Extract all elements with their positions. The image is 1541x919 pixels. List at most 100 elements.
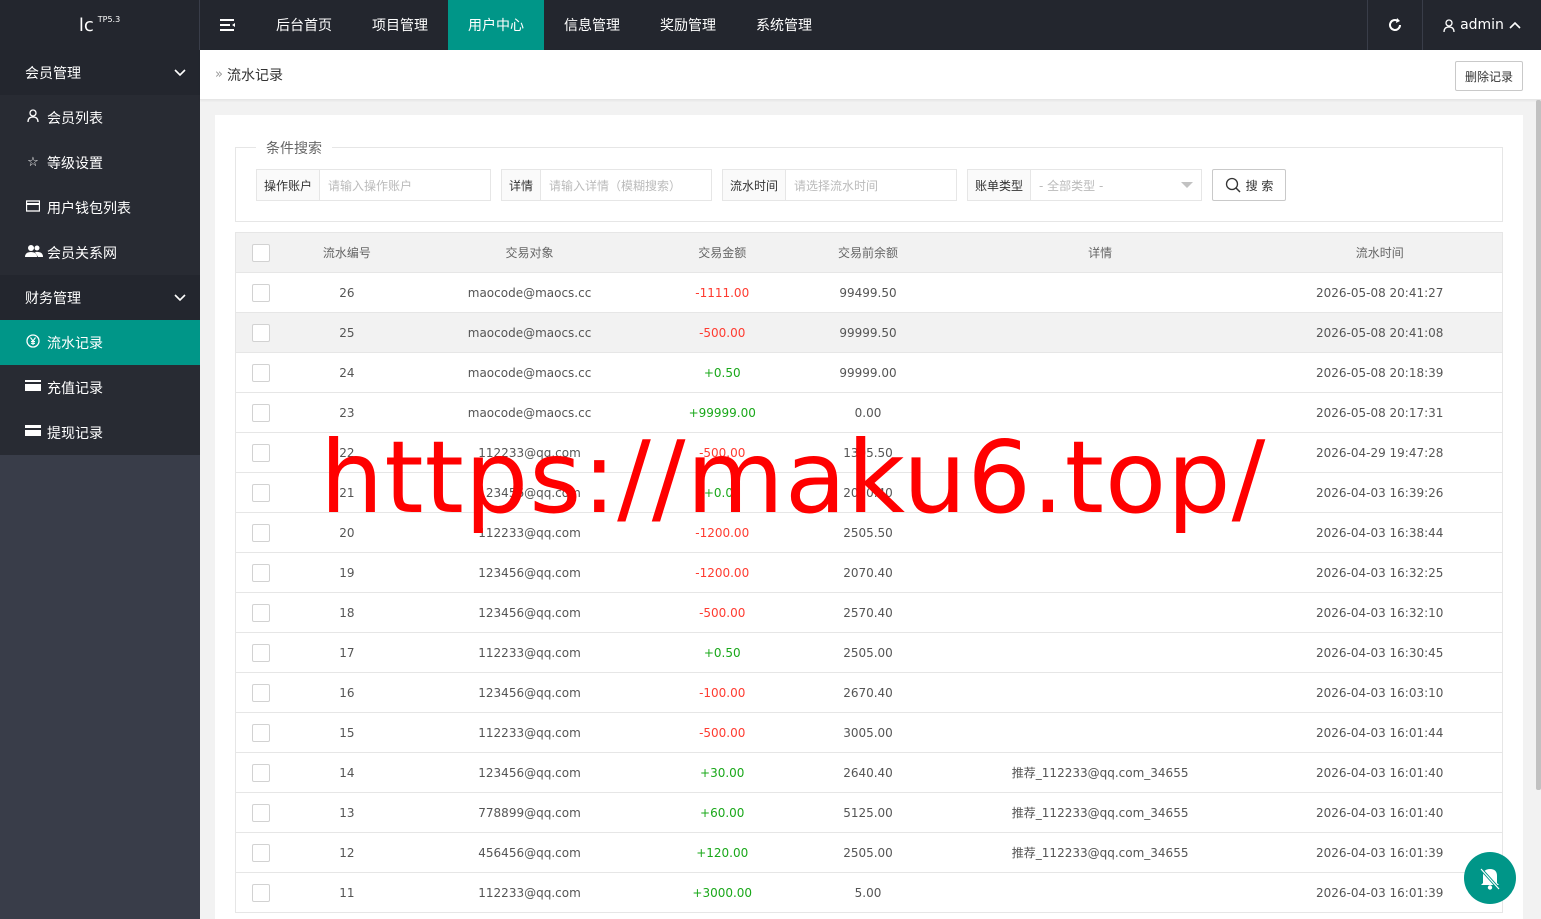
table-row[interactable]: 19 123456@qq.com -1200.00 2070.40 2026-04-03… — [236, 553, 1502, 593]
sidebar-group-members[interactable]: 会员管理 — [0, 50, 200, 95]
table-row[interactable]: 22 112233@qq.com -500.00 1305.50 2026-04-29 … — [236, 433, 1502, 473]
yen-icon — [25, 333, 41, 352]
sidebar-item-withdraw-records[interactable]: 提现记录 — [0, 410, 200, 455]
row-select-cell — [236, 323, 286, 342]
nav-item-projects[interactable]: 项目管理 — [352, 0, 448, 50]
refresh-icon[interactable] — [1367, 0, 1423, 50]
row-checkbox[interactable] — [251, 563, 270, 582]
time-input[interactable]: 请选择流水时间 — [786, 170, 956, 200]
row-select-cell — [236, 643, 286, 662]
cell-amount: +99999.00 — [688, 405, 756, 420]
cell-id: 25 — [339, 325, 355, 340]
cell-id: 26 — [339, 285, 355, 300]
row-checkbox[interactable] — [251, 283, 270, 302]
select-all-checkbox[interactable] — [251, 243, 270, 262]
row-checkbox[interactable] — [251, 763, 270, 782]
sidebar-item-member-list[interactable]: 会员列表 — [0, 95, 200, 140]
table-row[interactable]: 24 maocode@maocs.cc +0.50 99999.00 2026-05-0… — [236, 353, 1502, 393]
search-icon — [1225, 177, 1241, 193]
cell-balance-before: 99499.50 — [839, 285, 897, 300]
table-row[interactable]: 26 maocode@maocs.cc -1111.00 99499.50 2026-0… — [236, 273, 1502, 313]
table-row[interactable]: 18 123456@qq.com -500.00 2570.40 2026-04-03 … — [236, 593, 1502, 633]
cell-target: 112233@qq.com — [478, 725, 581, 740]
row-checkbox[interactable] — [251, 523, 270, 542]
nav-item-system[interactable]: 系统管理 — [736, 0, 832, 50]
cell-id: 12 — [339, 845, 355, 860]
card-icon — [25, 425, 41, 440]
table-row[interactable]: 20 112233@qq.com -1200.00 2505.50 2026-04-03… — [236, 513, 1502, 553]
column-header-target: 交易对象 — [505, 246, 554, 260]
row-checkbox[interactable] — [251, 643, 270, 662]
cell-balance-before: 99999.50 — [839, 325, 897, 340]
page-scrollbar[interactable] — [1536, 100, 1541, 790]
row-checkbox[interactable] — [251, 483, 270, 502]
row-checkbox[interactable] — [251, 443, 270, 462]
row-checkbox[interactable] — [251, 403, 270, 422]
header-right: admin — [1367, 0, 1541, 50]
row-checkbox[interactable] — [251, 363, 270, 382]
sidebar-item-transaction-records[interactable]: 流水记录 — [0, 320, 200, 365]
cell-balance-before: 1305.50 — [843, 445, 893, 460]
row-checkbox[interactable] — [251, 723, 270, 742]
table-row[interactable]: 16 123456@qq.com -100.00 2670.40 2026-04-03 … — [236, 673, 1502, 713]
caret-down-icon — [1181, 182, 1193, 188]
sidebar-item-member-network[interactable]: 会员关系网 — [0, 230, 200, 275]
logo-text: lc — [78, 14, 94, 36]
cell-amount: +0.50 — [703, 365, 741, 380]
logo[interactable]: lc TP5.3 — [0, 0, 200, 50]
breadcrumb: » 流水记录 删除记录 — [200, 50, 1541, 100]
account-input[interactable]: 请输入操作账户 — [320, 170, 490, 200]
row-select-cell — [236, 523, 286, 542]
nav-item-info[interactable]: 信息管理 — [544, 0, 640, 50]
sidebar-item-wallet-list[interactable]: 用户钱包列表 — [0, 185, 200, 230]
row-checkbox[interactable] — [251, 323, 270, 342]
row-checkbox[interactable] — [251, 603, 270, 622]
sidebar-item-recharge-records[interactable]: 充值记录 — [0, 365, 200, 410]
cell-time: 2026-04-29 19:47:28 — [1315, 445, 1444, 460]
table-row[interactable]: 14 123456@qq.com +30.00 2640.40 推荐_112233@qq… — [236, 753, 1502, 793]
search-button[interactable]: 搜 索 — [1212, 169, 1286, 201]
sidebar-group-finance[interactable]: 财务管理 — [0, 275, 200, 320]
cell-balance-before: 2505.50 — [843, 525, 893, 540]
nav-item-rewards[interactable]: 奖励管理 — [640, 0, 736, 50]
nav-item-home[interactable]: 后台首页 — [256, 0, 352, 50]
row-checkbox[interactable] — [251, 803, 270, 822]
nav-item-user-center[interactable]: 用户中心 — [448, 0, 544, 50]
sidebar-item-label: 提现记录 — [47, 425, 103, 442]
notification-float-button[interactable] — [1464, 852, 1516, 904]
user-menu[interactable]: admin — [1423, 0, 1541, 50]
cell-balance-before: 2640.40 — [843, 765, 893, 780]
card-icon — [25, 380, 41, 395]
row-checkbox[interactable] — [251, 843, 270, 862]
table-row[interactable]: 17 112233@qq.com +0.50 2505.00 2026-04-03 16… — [236, 633, 1502, 673]
cell-id: 22 — [339, 445, 355, 460]
table-row[interactable]: 21 123456@qq.com +0.00 2070.40 2026-04-03 16… — [236, 473, 1502, 513]
cell-time: 2026-04-03 16:01:44 — [1315, 725, 1444, 740]
delete-records-button[interactable]: 删除记录 — [1454, 61, 1523, 91]
cell-balance-before: 2505.00 — [843, 645, 893, 660]
sidebar-item-level-settings[interactable]: ☆ 等级设置 — [0, 140, 200, 185]
account-label: 操作账户 — [257, 170, 321, 200]
table-row[interactable]: 23 maocode@maocs.cc +99999.00 0.00 2026-05-0… — [236, 393, 1502, 433]
table-row[interactable]: 13 778899@qq.com +60.00 5125.00 推荐_112233@qq… — [236, 793, 1502, 833]
cell-time: 2026-04-03 16:03:10 — [1315, 685, 1444, 700]
column-header-detail: 详情 — [1088, 246, 1113, 260]
table-row[interactable]: 12 456456@qq.com +120.00 2505.00 推荐_112233@q… — [236, 833, 1502, 873]
sidebar-item-label: 会员列表 — [47, 110, 103, 127]
cell-time: 2026-04-03 16:39:26 — [1315, 485, 1444, 500]
cell-balance-before: 2070.40 — [843, 485, 893, 500]
type-select[interactable]: - 全部类型 - — [1031, 170, 1201, 200]
row-checkbox[interactable] — [251, 683, 270, 702]
row-checkbox[interactable] — [251, 883, 270, 902]
cell-id: 19 — [339, 565, 355, 580]
cell-time: 2026-04-03 16:32:25 — [1315, 565, 1444, 580]
table-row[interactable]: 15 112233@qq.com -500.00 3005.00 2026-04-03 … — [236, 713, 1502, 753]
detail-input[interactable]: 请输入详情（模糊搜索） — [541, 170, 711, 200]
table-row[interactable]: 11 112233@qq.com +3000.00 5.00 2026-04-03 16… — [236, 873, 1502, 913]
chevron-down-icon — [174, 68, 186, 76]
menu-toggle-icon[interactable] — [200, 0, 256, 50]
cell-balance-before: 2670.40 — [843, 685, 893, 700]
cell-detail: 推荐_112233@qq.com_34655 — [1011, 846, 1189, 860]
table-row[interactable]: 25 maocode@maocs.cc -500.00 99999.50 2026-05… — [236, 313, 1502, 353]
cell-target: 112233@qq.com — [478, 885, 581, 900]
